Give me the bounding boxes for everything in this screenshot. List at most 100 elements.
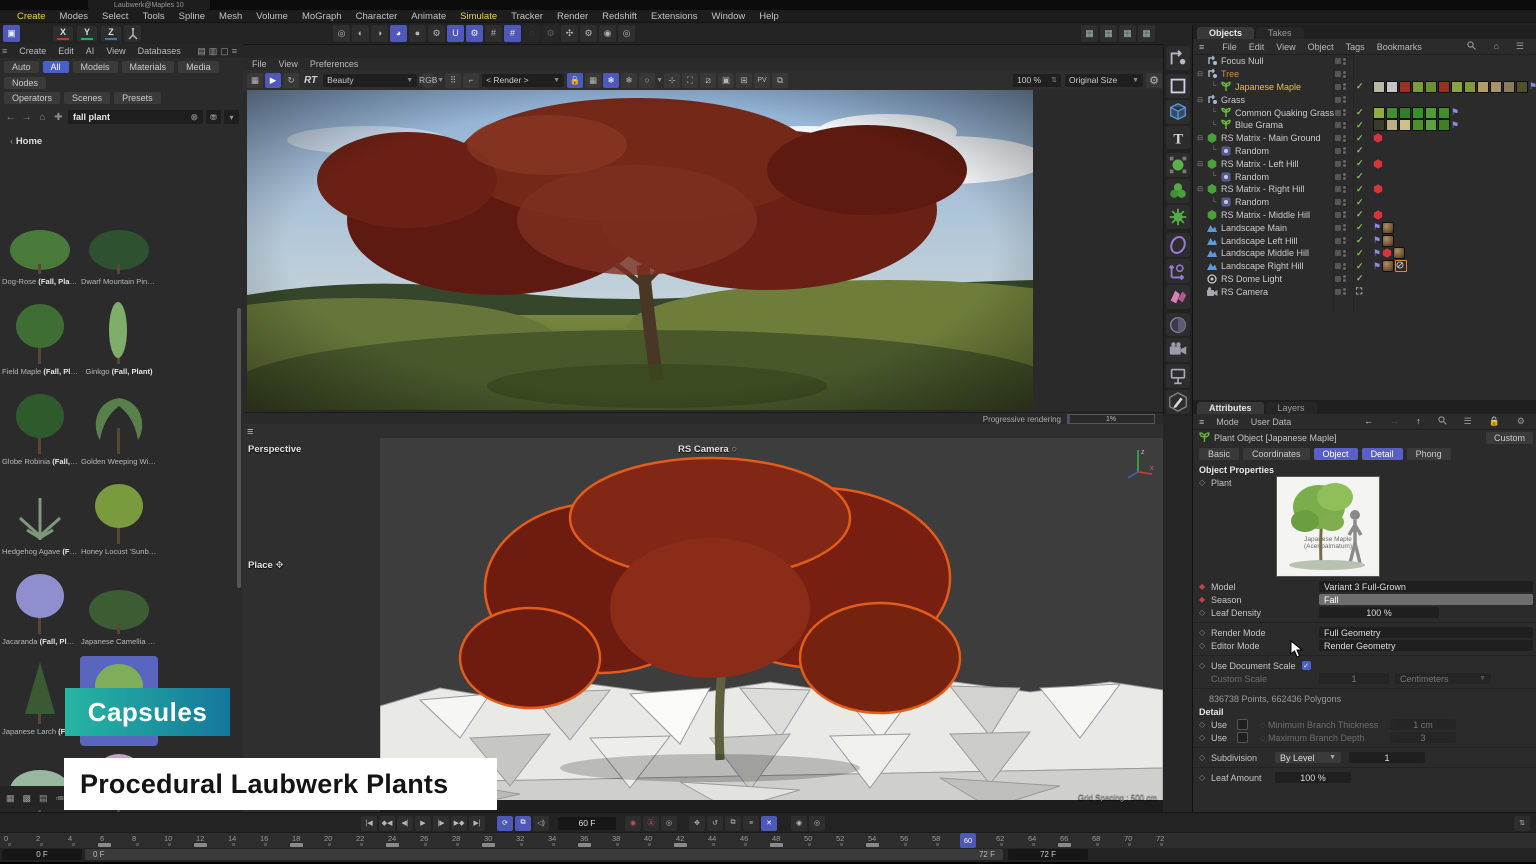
circle-b-icon[interactable]: ◎ xyxy=(618,25,635,42)
axis-button-x[interactable]: X xyxy=(53,26,73,41)
thumb-size-icon-2[interactable]: ▩ xyxy=(23,793,32,804)
om-row-rs-matrix-left-hill[interactable]: ⊟RS Matrix - Left Hill✓ xyxy=(1193,157,1536,170)
om-visibility-dots[interactable] xyxy=(1335,58,1346,65)
compare-dropdown-icon[interactable]: ▼ xyxy=(656,77,663,84)
leaf-density-field[interactable]: 100 % xyxy=(1319,607,1439,618)
compare-circle-icon[interactable]: ○ xyxy=(639,73,655,88)
material-swatch[interactable] xyxy=(1490,81,1502,93)
om-caret[interactable]: ⊟ xyxy=(1195,134,1205,142)
filter-tab-materials[interactable]: Materials xyxy=(122,61,175,73)
attr-filter-icon[interactable]: ☰ xyxy=(1458,416,1478,427)
om-row-common-quaking-grass[interactable]: └Common Quaking Grass✓⚑ xyxy=(1193,106,1536,119)
app-mode-icon[interactable]: ▣ xyxy=(3,25,20,42)
attr-forward-icon[interactable]: → xyxy=(1384,416,1405,427)
record-rotation-icon[interactable]: ↺ xyxy=(707,816,723,831)
range-track[interactable]: 0 F72 F xyxy=(85,849,1003,860)
menu-item-simulate[interactable]: Simulate xyxy=(453,11,504,22)
om-visibility-dots[interactable] xyxy=(1335,71,1346,78)
workplane-icon[interactable]: # xyxy=(485,25,502,42)
playhead[interactable]: 60 xyxy=(960,833,976,848)
asset-item-hedgehog-agave[interactable]: Hedgehog Agave (Fall, Plant) xyxy=(1,476,79,566)
material-swatch[interactable] xyxy=(1464,81,1476,93)
flag-tag-icon[interactable]: ⚑ xyxy=(1373,235,1381,246)
material-swatch[interactable] xyxy=(1425,107,1437,119)
snap-icon[interactable]: U xyxy=(447,25,464,42)
asset-store-icon[interactable]: ⛃ xyxy=(206,110,221,124)
render-settings-gear-icon[interactable]: ⚙ xyxy=(1146,73,1162,88)
attr-tab-layers[interactable]: Layers xyxy=(1266,402,1317,414)
om-menu-edit[interactable]: Edit xyxy=(1243,42,1271,52)
range-end-field[interactable]: 72 F xyxy=(1008,849,1088,860)
sound-icon[interactable]: ◁) xyxy=(533,816,549,831)
text-tool-icon[interactable]: T xyxy=(1166,126,1190,150)
material-swatch[interactable] xyxy=(1438,81,1450,93)
om-enabled-check[interactable]: ✓ xyxy=(1356,120,1364,131)
material-swatch[interactable] xyxy=(1412,119,1424,131)
axis-button-z[interactable]: Z xyxy=(101,26,121,41)
om-enabled-check[interactable]: ✓ xyxy=(1356,209,1364,220)
material-swatch[interactable] xyxy=(1373,107,1385,119)
om-enabled-check[interactable]: ✓ xyxy=(1356,133,1364,144)
material-swatch[interactable] xyxy=(1425,119,1437,131)
render-to-pv-icon[interactable]: ▦ xyxy=(1100,25,1117,42)
om-row-rs-matrix-main-ground[interactable]: ⊟RS Matrix - Main Ground✓ xyxy=(1193,132,1536,145)
om-hamburger-icon[interactable]: ≡ xyxy=(1193,42,1210,52)
om-search-icon[interactable] xyxy=(1461,41,1482,52)
go-end-button[interactable]: ▶| xyxy=(469,816,485,831)
asset-item-jacaranda[interactable]: Jacaranda (Fall, Plant) xyxy=(1,566,79,656)
size-dropdown[interactable]: Original Size▼ xyxy=(1065,74,1143,87)
generator-tool-icon[interactable] xyxy=(1166,153,1190,177)
modeling-dot-icon[interactable]: ● xyxy=(409,25,426,42)
modeling-half-icon[interactable]: ◐ xyxy=(352,25,369,42)
asset-scrollbar[interactable] xyxy=(237,308,241,588)
record-position-icon[interactable]: ✥ xyxy=(689,816,705,831)
filter-tab-presets[interactable]: Presets xyxy=(114,92,161,104)
om-row-rs-matrix-right-hill[interactable]: ⊟RS Matrix - Right Hill✓ xyxy=(1193,183,1536,196)
viewport-menu-icon[interactable]: ≡ xyxy=(247,426,253,438)
attr-gear-icon[interactable]: ⚙ xyxy=(1511,416,1531,427)
om-visibility-dots[interactable] xyxy=(1335,288,1346,295)
go-start-button[interactable]: |◀ xyxy=(361,816,377,831)
image-icon[interactable]: ▣ xyxy=(718,73,734,88)
om-menu-file[interactable]: File xyxy=(1216,42,1243,52)
menu-item-help[interactable]: Help xyxy=(752,11,786,22)
menu-item-mesh[interactable]: Mesh xyxy=(212,11,249,22)
crop-icon[interactable]: ⌐ xyxy=(463,73,479,88)
material-swatch[interactable] xyxy=(1386,81,1398,93)
ghost-icon[interactable]: ⧉ xyxy=(515,816,531,831)
om-enabled-check[interactable]: ✓ xyxy=(1356,273,1364,284)
menu-item-animate[interactable]: Animate xyxy=(404,11,453,22)
nav-forward-icon[interactable]: → xyxy=(20,112,33,123)
material-swatch[interactable] xyxy=(1373,81,1385,93)
modeling-circle-icon[interactable]: ◎ xyxy=(333,25,350,42)
refresh-icon[interactable]: ↻ xyxy=(283,73,299,88)
clapper-icon[interactable]: ▦ xyxy=(247,73,263,88)
timeline-options-icon[interactable]: ⇅ xyxy=(1514,816,1530,831)
add-image-icon[interactable]: ⊞ xyxy=(736,73,752,88)
asset-menu-view[interactable]: View xyxy=(100,46,131,56)
menu-item-mograph[interactable]: MoGraph xyxy=(295,11,349,22)
dither-icon[interactable]: ⠿ xyxy=(445,73,461,88)
attr-tab-button-coordinates[interactable]: Coordinates xyxy=(1243,448,1310,460)
asset-item-japanese-camellia[interactable]: Japanese Camellia (Fall, Plant) xyxy=(80,566,158,656)
om-row-blue-grama[interactable]: └Blue Grama✓⚑ xyxy=(1193,119,1536,132)
custom-button[interactable]: Custom xyxy=(1486,432,1533,444)
redshift-tag-icon[interactable] xyxy=(1382,248,1392,258)
om-visibility-dots[interactable] xyxy=(1335,250,1346,257)
om-enabled-check[interactable]: ✓ xyxy=(1356,235,1364,246)
om-enabled-check[interactable]: ✓ xyxy=(1356,171,1364,182)
view-split-icon[interactable]: ▥ xyxy=(209,46,218,57)
om-visibility-dots[interactable] xyxy=(1335,109,1346,116)
min-branch-field[interactable]: 1 cm xyxy=(1390,719,1456,730)
om-visibility-dots[interactable] xyxy=(1335,83,1346,90)
redshift-tag-icon[interactable] xyxy=(1373,184,1383,194)
om-row-random[interactable]: └Random✓ xyxy=(1193,145,1536,158)
loop-icon[interactable]: ⟳ xyxy=(497,816,513,831)
om-composition-tag-icon[interactable]: ⛶ xyxy=(1356,286,1362,297)
attr-tab-button-object[interactable]: Object xyxy=(1314,448,1358,460)
attr-back-icon[interactable]: ← xyxy=(1358,416,1379,427)
dim-a-icon[interactable]: ◌ xyxy=(523,25,540,42)
om-visibility-dots[interactable] xyxy=(1335,122,1346,129)
snapshot-icon[interactable]: ❄ xyxy=(603,73,619,88)
om-row-rs-camera[interactable]: RS Camera⛶ xyxy=(1193,285,1536,298)
